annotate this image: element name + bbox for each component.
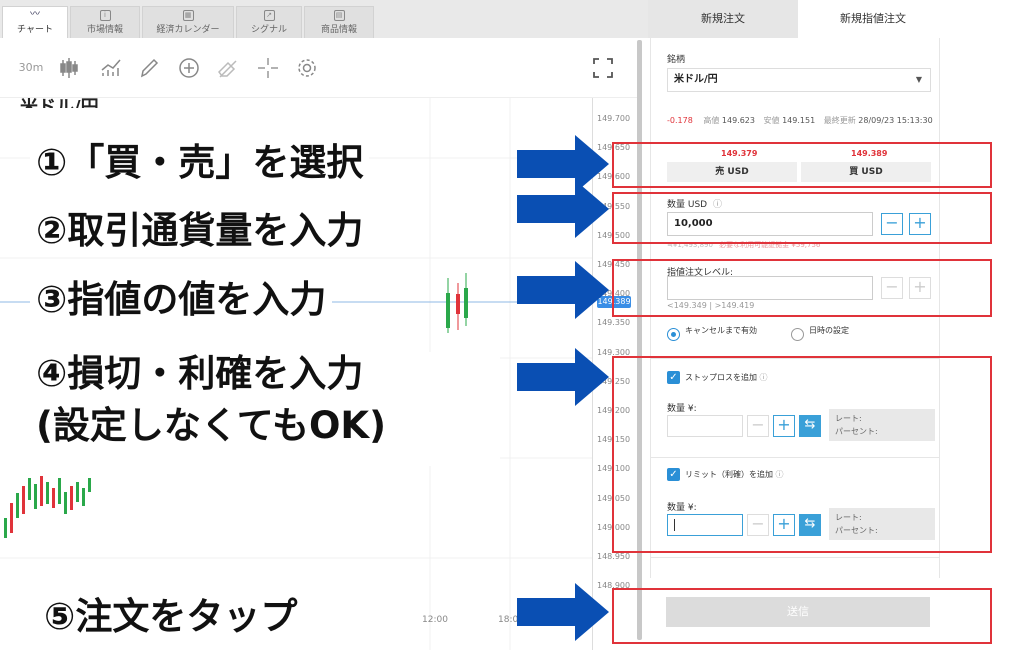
highlight-stoploss-takeprofit bbox=[612, 356, 992, 553]
high-value: 149.623 bbox=[721, 116, 755, 125]
chart-toolbar: 30m bbox=[0, 38, 640, 98]
chart-tab-bar: 〰 チャート i 市場情報 ▦ 経済カレンダー ↗ シグナル ▤ 商品情報 bbox=[0, 0, 648, 38]
step-5-label: ⑤注文をタップ bbox=[36, 592, 406, 642]
tab-chart[interactable]: 〰 チャート bbox=[2, 6, 68, 38]
info-icon: i bbox=[99, 10, 111, 21]
step-1-label: ①「買・売」を選択 bbox=[30, 140, 370, 186]
price-tick-label: 149.350 bbox=[597, 318, 631, 328]
eraser-icon[interactable] bbox=[216, 56, 240, 80]
calendar-icon: ▦ bbox=[182, 10, 194, 21]
low-value: 149.151 bbox=[782, 116, 816, 125]
radio-good-till-cancel-label: キャンセルまで有効 bbox=[685, 326, 757, 335]
timeframe-selector[interactable]: 30m bbox=[18, 56, 44, 80]
tab-signal[interactable]: ↗ シグナル bbox=[236, 6, 302, 38]
high-label: 高値 bbox=[703, 116, 720, 125]
price-change: -0.178 bbox=[667, 116, 693, 125]
highlight-submit bbox=[612, 588, 992, 644]
symbol-label: 銘柄 bbox=[667, 55, 686, 65]
radio-set-date[interactable] bbox=[791, 328, 804, 341]
step-2-label: ②取引通貨量を入力 bbox=[30, 208, 370, 254]
highlight-buy-sell bbox=[612, 142, 992, 188]
tab-new-limit-order[interactable]: 新規指値注文 bbox=[798, 0, 948, 38]
fullscreen-icon[interactable] bbox=[592, 56, 614, 80]
indicator-icon[interactable] bbox=[100, 56, 122, 80]
chart-line-icon: 〰 bbox=[30, 9, 40, 20]
radio-good-till-cancel[interactable] bbox=[667, 328, 680, 341]
candles-left bbox=[4, 476, 91, 538]
crosshair-icon[interactable] bbox=[257, 56, 279, 80]
chevron-down-icon: ▼ bbox=[915, 75, 922, 84]
time-label: 12:00 bbox=[422, 615, 448, 625]
draw-pencil-icon[interactable] bbox=[138, 56, 160, 80]
symbol-select[interactable]: 米ドル/円 ▼ bbox=[667, 68, 931, 92]
step-5-arrow-icon bbox=[517, 583, 609, 641]
highlight-limit-level bbox=[612, 259, 992, 317]
updated-label: 最終更新 bbox=[823, 116, 856, 125]
product-icon: ▤ bbox=[333, 10, 345, 21]
radio-set-date-label: 日時の設定 bbox=[809, 326, 849, 335]
highlight-quantity bbox=[612, 192, 992, 244]
step-4-arrow-icon bbox=[517, 348, 609, 406]
step-4-note: (設定しなくてもOK) bbox=[0, 396, 500, 466]
step-3-arrow-icon bbox=[517, 261, 609, 319]
tab-market-info[interactable]: i 市場情報 bbox=[70, 6, 140, 38]
tab-product-info[interactable]: ▤ 商品情報 bbox=[304, 6, 374, 38]
price-tick-label: 148.950 bbox=[597, 552, 631, 561]
settings-gear-icon[interactable] bbox=[296, 56, 318, 80]
tab-new-order[interactable]: 新規注文 bbox=[648, 0, 798, 38]
tab-economic-calendar[interactable]: ▦ 経済カレンダー bbox=[142, 6, 234, 38]
signal-icon: ↗ bbox=[263, 10, 275, 21]
symbol-value: 米ドル/円 bbox=[674, 74, 718, 85]
candlestick-icon[interactable] bbox=[58, 56, 80, 80]
step-3-label: ③指値の値を入力 bbox=[30, 274, 333, 326]
step-4-label: ④損切・利確を入力 bbox=[0, 352, 500, 396]
order-tab-bar: 新規注文 新規指値注文 bbox=[648, 0, 1024, 38]
updated-value: 28/09/23 15:13:30 bbox=[858, 116, 933, 125]
price-tick-label: 149.700 bbox=[597, 114, 631, 123]
low-label: 安値 bbox=[763, 116, 780, 125]
add-circle-icon[interactable] bbox=[178, 56, 200, 80]
step-2-arrow-icon bbox=[517, 180, 609, 238]
candles-right bbox=[446, 273, 468, 333]
